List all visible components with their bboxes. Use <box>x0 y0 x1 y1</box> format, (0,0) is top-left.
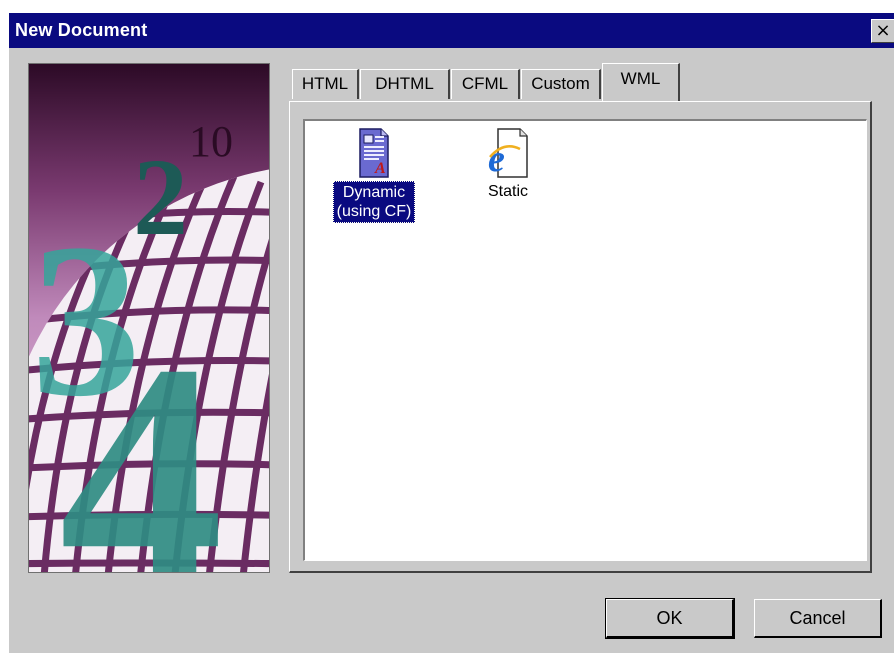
svg-text:A: A <box>374 160 386 177</box>
wizard-banner-image: 10 2 3 4 <box>28 63 270 573</box>
numeral-10: 10 <box>189 117 233 166</box>
template-item-label: Dynamic (using CF) <box>332 181 416 223</box>
new-document-dialog: New Document × 10 2 3 4 HTML DHTML CFML … <box>8 12 894 653</box>
template-item-dynamic[interactable]: A Dynamic (using CF) <box>319 127 429 223</box>
tab-custom[interactable]: Custom <box>521 69 601 99</box>
close-icon[interactable]: × <box>871 19 894 43</box>
template-list[interactable]: A Dynamic (using CF) e Static <box>303 119 867 561</box>
tab-dhtml[interactable]: DHTML <box>360 69 450 99</box>
item-label-line2: (using CF) <box>336 203 412 220</box>
item-label-line1: Dynamic <box>342 184 406 201</box>
numeral-4: 4 <box>59 296 224 572</box>
numeral-2: 2 <box>133 136 188 258</box>
dynamic-document-icon: A <box>359 128 389 178</box>
tab-wml[interactable]: WML <box>602 63 680 101</box>
template-item-static[interactable]: e Static <box>453 127 563 202</box>
tab-cfml[interactable]: CFML <box>451 69 520 99</box>
dialog-title: New Document <box>15 20 148 40</box>
internet-explorer-document-icon: e <box>488 128 528 179</box>
template-item-label: Static <box>487 183 528 200</box>
tab-html[interactable]: HTML <box>292 69 359 99</box>
svg-text:e: e <box>488 138 505 179</box>
ok-button[interactable]: OK <box>605 598 735 639</box>
cancel-button[interactable]: Cancel <box>754 599 882 638</box>
title-bar[interactable]: New Document × <box>9 13 894 48</box>
